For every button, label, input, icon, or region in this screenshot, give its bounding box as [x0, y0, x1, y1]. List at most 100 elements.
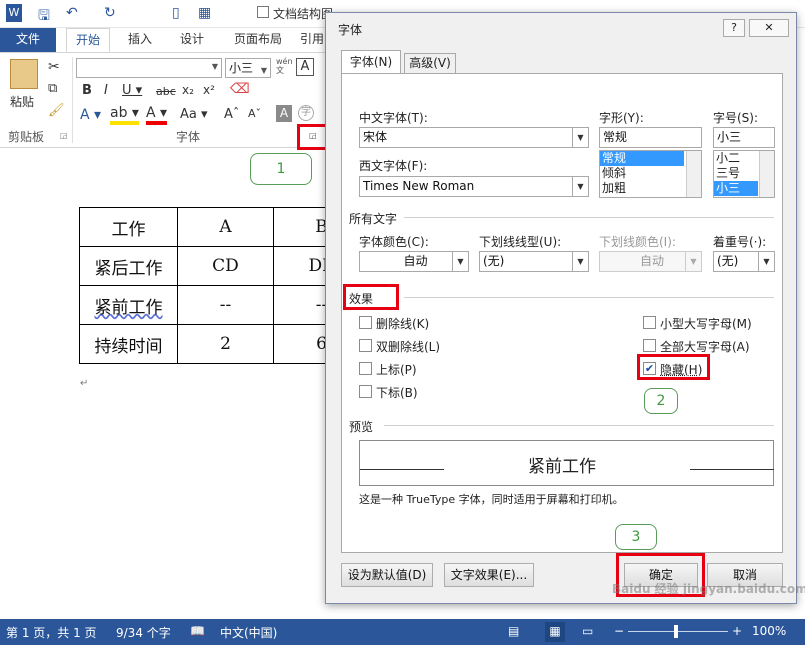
clear-format-icon[interactable]: ⌫: [230, 81, 250, 97]
text-effects-button[interactable]: 文字效果(E)...: [444, 563, 534, 587]
copy-icon[interactable]: ⧉: [48, 81, 57, 96]
preview-box: 紧前工作: [359, 440, 774, 486]
text-effect-icon[interactable]: A ▾: [80, 107, 101, 123]
size-value: 小三: [717, 130, 742, 144]
style-label: 字形(Y):: [599, 111, 644, 125]
bold-icon[interactable]: B: [82, 83, 92, 98]
strikethrough-icon[interactable]: abc: [156, 85, 176, 98]
font-name-box[interactable]: ▼: [76, 58, 222, 78]
format-painter-icon[interactable]: 🖌: [48, 103, 65, 118]
clipboard-launcher-icon[interactable]: ◲: [60, 131, 68, 140]
table-cell[interactable]: 持续时间: [79, 324, 178, 364]
shrink-font-icon[interactable]: Aˇ: [248, 107, 261, 120]
word-count[interactable]: 9/34 个字: [116, 624, 171, 641]
all-caps-checkbox[interactable]: [643, 339, 656, 352]
change-case-icon[interactable]: Aa ▾: [180, 107, 208, 122]
style-input[interactable]: 常规: [599, 127, 702, 148]
list-item[interactable]: 小三: [714, 181, 758, 196]
close-button[interactable]: ✕: [749, 19, 789, 37]
callout-step-3: 3: [615, 524, 657, 550]
style-listbox[interactable]: 常规 倾斜 加粗: [599, 150, 702, 198]
size-listbox[interactable]: 小二 三号 小三: [713, 150, 775, 198]
paste-label[interactable]: 粘贴: [10, 93, 34, 110]
proofing-icon[interactable]: 📖: [190, 624, 205, 638]
table-cell[interactable]: 2: [177, 324, 274, 364]
tab-design[interactable]: 设计: [170, 28, 214, 52]
zoom-in-icon[interactable]: +: [732, 624, 742, 638]
paste-icon[interactable]: [10, 59, 38, 89]
subscript-checkbox[interactable]: [359, 385, 372, 398]
scrollbar[interactable]: [686, 151, 701, 197]
emphasis-select[interactable]: (无) ▼: [713, 251, 775, 272]
table-cell[interactable]: 紧前工作: [79, 285, 178, 325]
char-shading-icon[interactable]: A: [276, 105, 292, 122]
preview-label: 预览: [349, 420, 374, 434]
ribbon-home: 粘贴 ✂ ⧉ 🖌 剪贴板 ◲ ▼ 小三 ▼ wén 文 A B I U ▾ abc…: [0, 52, 335, 148]
char-border-icon[interactable]: A: [296, 58, 314, 76]
font-group-label: 字体: [176, 130, 201, 144]
font-color-icon[interactable]: A ▾: [146, 105, 168, 125]
list-item[interactable]: 常规: [600, 151, 684, 166]
ribbon-tabs: 文件 开始 插入 设计 页面布局 引用: [0, 28, 335, 52]
divider: [404, 297, 774, 298]
set-default-button[interactable]: 设为默认值(D): [341, 563, 433, 587]
table-cell[interactable]: CD: [177, 246, 274, 286]
table-cell[interactable]: 紧后工作: [79, 246, 178, 286]
zoom-out-icon[interactable]: −: [614, 624, 624, 638]
redo-icon[interactable]: ↻: [104, 5, 116, 21]
double-strikethrough-checkbox[interactable]: [359, 339, 372, 352]
subscript-icon[interactable]: x₂: [182, 83, 194, 97]
preview-text: 紧前工作: [528, 457, 596, 477]
enclose-char-icon[interactable]: 字: [298, 105, 314, 121]
chevron-down-icon: ▼: [572, 128, 588, 147]
underline-icon[interactable]: U ▾: [122, 83, 142, 98]
superscript-icon[interactable]: x²: [203, 83, 215, 97]
preview-note: 这是一种 TrueType 字体，同时适用于屏幕和打印机。: [359, 493, 624, 506]
read-mode-icon[interactable]: ▤: [508, 624, 519, 638]
font-color-label: 字体颜色(C):: [359, 235, 429, 249]
font-size-box[interactable]: 小三 ▼: [225, 58, 271, 78]
wen-icon[interactable]: wén 文: [276, 57, 293, 75]
undo-icon[interactable]: ↶: [66, 5, 78, 21]
cut-icon[interactable]: ✂: [48, 59, 60, 75]
help-button[interactable]: ?: [723, 19, 745, 37]
underline-color-label: 下划线颜色(I):: [599, 235, 676, 249]
underline-color-select: 自动 ▼: [599, 251, 702, 272]
font-color-select[interactable]: 自动 ▼: [359, 251, 469, 272]
italic-icon[interactable]: I: [104, 83, 108, 98]
chevron-down-icon: ▼: [572, 177, 588, 196]
zoom-slider-thumb[interactable]: [674, 625, 678, 638]
tab-home[interactable]: 开始: [66, 28, 110, 52]
table-cell[interactable]: --: [177, 285, 274, 325]
page-count[interactable]: 第 1 页，共 1 页: [6, 624, 97, 641]
tab-font[interactable]: 字体(N): [341, 50, 401, 74]
small-caps-label: 小型大写字母(M): [660, 317, 752, 331]
tab-file[interactable]: 文件: [0, 28, 56, 52]
document-icon[interactable]: ▯: [172, 5, 180, 21]
small-caps-checkbox[interactable]: [643, 316, 656, 329]
doc-structure-checkbox[interactable]: [257, 6, 269, 18]
print-layout-icon[interactable]: ▦: [545, 622, 565, 642]
tab-advanced[interactable]: 高级(V): [404, 53, 456, 74]
zoom-slider[interactable]: [628, 631, 728, 632]
table-cell[interactable]: A: [177, 207, 274, 247]
zoom-level[interactable]: 100%: [752, 624, 786, 638]
tab-page-layout[interactable]: 页面布局: [226, 28, 290, 52]
table-cell[interactable]: 工作: [79, 207, 178, 247]
language-indicator[interactable]: 中文(中国): [220, 624, 277, 641]
scrollbar[interactable]: [759, 151, 774, 197]
save-icon[interactable]: 🖫: [38, 5, 50, 29]
highlight-icon[interactable]: ab ▾: [110, 105, 139, 125]
size-input[interactable]: 小三: [713, 127, 775, 148]
cn-font-select[interactable]: 宋体 ▼: [359, 127, 589, 148]
underline-select[interactable]: (无) ▼: [479, 251, 589, 272]
strikethrough-label: 删除线(K): [376, 317, 430, 331]
superscript-checkbox[interactable]: [359, 362, 372, 375]
tab-insert[interactable]: 插入: [118, 28, 162, 52]
west-font-select[interactable]: Times New Roman ▼: [359, 176, 589, 197]
web-layout-icon[interactable]: ▭: [582, 624, 593, 638]
excel-icon[interactable]: ▦: [198, 5, 211, 21]
cn-font-label: 中文字体(T):: [359, 111, 428, 125]
grow-font-icon[interactable]: Aˆ: [224, 107, 239, 122]
strikethrough-checkbox[interactable]: [359, 316, 372, 329]
